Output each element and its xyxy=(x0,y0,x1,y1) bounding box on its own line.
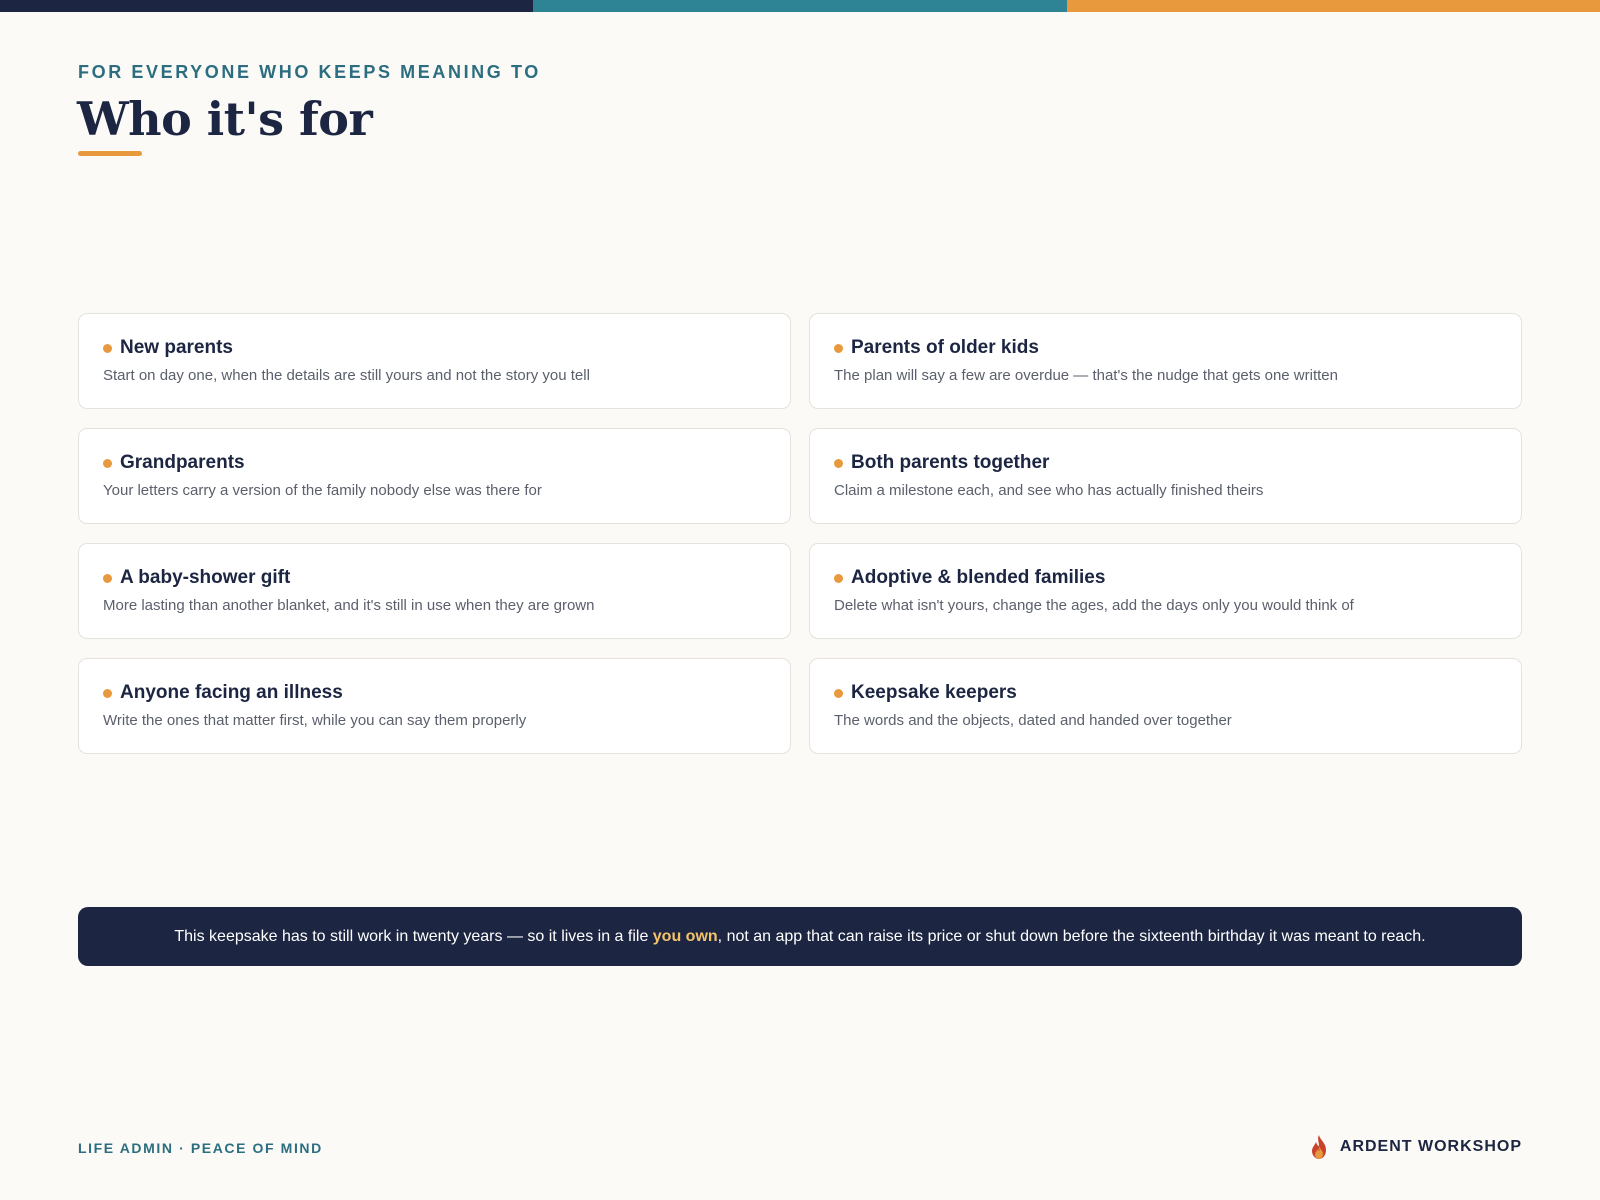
title-underline xyxy=(78,151,142,156)
card-description: Start on day one, when the details are s… xyxy=(103,367,590,384)
audience-card-illness: Anyone facing an illness Write the ones … xyxy=(78,658,791,754)
banner-highlight: you own xyxy=(652,927,718,945)
card-title: A baby-shower gift xyxy=(120,567,291,588)
footer-tagline: LIFE ADMIN · PEACE OF MIND xyxy=(78,1140,323,1156)
bullet-dot-icon xyxy=(103,458,112,468)
audience-card-new-parents: New parents Start on day one, when the d… xyxy=(78,313,791,409)
bullet-dot-icon xyxy=(834,688,843,698)
banner-text-before: This keepsake has to still work in twent… xyxy=(174,927,653,945)
flame-icon xyxy=(1311,1135,1326,1159)
page-title: Who it's for xyxy=(77,92,373,146)
audience-card-adoptive-blended: Adoptive & blended families Delete what … xyxy=(809,543,1522,639)
brand-name: ARDENT WORKSHOP xyxy=(1339,1138,1522,1155)
audience-card-parents-older-kids: Parents of older kids The plan will say … xyxy=(809,313,1522,409)
audience-card-grandparents: Grandparents Your letters carry a versio… xyxy=(78,428,791,524)
card-description: Your letters carry a version of the fami… xyxy=(103,482,542,499)
top-bar-navy xyxy=(0,0,534,12)
audience-grid: New parents Start on day one, when the d… xyxy=(78,313,1522,754)
card-description: The words and the objects, dated and han… xyxy=(834,712,1232,729)
card-title: Parents of older kids xyxy=(851,337,1039,358)
ownership-banner: This keepsake has to still work in twent… xyxy=(78,907,1522,966)
top-bar-orange xyxy=(1066,0,1600,12)
audience-card-baby-shower-gift: A baby-shower gift More lasting than ano… xyxy=(78,543,791,639)
card-title: Anyone facing an illness xyxy=(120,682,343,703)
card-description: Delete what isn't yours, change the ages… xyxy=(834,597,1354,614)
bullet-dot-icon xyxy=(103,573,112,583)
banner-text: This keepsake has to still work in twent… xyxy=(174,928,1425,946)
banner-text-after: , not an app that can raise its price or… xyxy=(717,927,1426,945)
bullet-dot-icon xyxy=(834,573,843,583)
bullet-dot-icon xyxy=(834,343,843,353)
card-title: Both parents together xyxy=(851,452,1050,473)
card-description: The plan will say a few are overdue — th… xyxy=(834,367,1338,384)
top-color-bar xyxy=(0,0,1600,12)
card-title: Adoptive & blended families xyxy=(851,567,1106,588)
footer-brand: ARDENT WORKSHOP xyxy=(1308,1134,1522,1160)
card-title: Grandparents xyxy=(120,452,245,473)
audience-card-both-parents: Both parents together Claim a milestone … xyxy=(809,428,1522,524)
bullet-dot-icon xyxy=(103,688,112,698)
bullet-dot-icon xyxy=(834,458,843,468)
card-description: More lasting than another blanket, and i… xyxy=(103,597,595,614)
bullet-dot-icon xyxy=(103,343,112,353)
eyebrow-label: FOR EVERYONE WHO KEEPS MEANING TO xyxy=(78,62,541,82)
card-title: Keepsake keepers xyxy=(851,682,1017,703)
card-description: Write the ones that matter first, while … xyxy=(103,712,527,729)
card-description: Claim a milestone each, and see who has … xyxy=(834,482,1264,499)
top-bar-teal xyxy=(533,0,1067,12)
card-title: New parents xyxy=(120,337,233,358)
audience-card-keepsake-keepers: Keepsake keepers The words and the objec… xyxy=(809,658,1522,754)
